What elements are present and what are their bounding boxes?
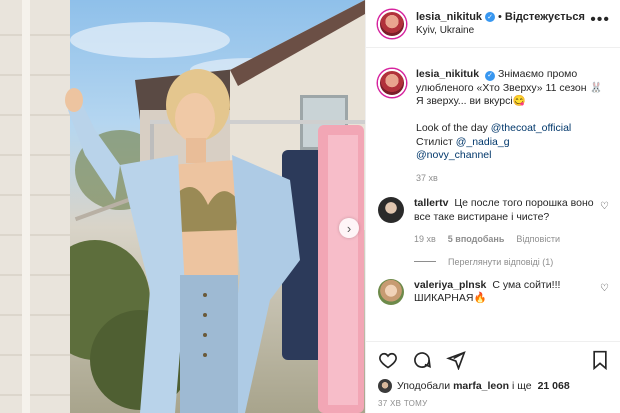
replies-divider — [414, 261, 436, 262]
comment-likes[interactable]: 5 вподобань — [448, 233, 505, 247]
comment-time[interactable]: 19 хв — [414, 233, 436, 247]
post-header: lesia_nikituk ✓ • Відстежується Kyiv, Uk… — [366, 0, 620, 48]
bunny-emoji: 🐰 — [589, 81, 603, 94]
likes-summary: Уподобали marfa_leon і ще 21 068 — [378, 379, 609, 393]
bookmark-icon[interactable] — [591, 350, 609, 370]
comment-username[interactable]: tallertv — [414, 197, 448, 209]
likes-middle: і ще — [509, 380, 535, 392]
comment-body: valeriya_plnsk С ума сойти!!! ШИКАРНАЯ🔥 — [414, 279, 596, 306]
following-button[interactable]: Відстежується — [505, 11, 585, 23]
liker-avatar[interactable] — [378, 379, 392, 393]
mention-novy-channel[interactable]: @novy_channel — [416, 149, 491, 161]
action-icons — [378, 348, 609, 372]
commenter-avatar[interactable] — [378, 197, 404, 223]
verified-badge-icon: ✓ — [485, 12, 496, 22]
comment-icon[interactable] — [412, 350, 432, 370]
photo-illustration — [0, 0, 365, 413]
post-photo[interactable]: › — [0, 0, 365, 413]
comment-body: tallertv Це после того порошка воно все … — [414, 197, 596, 247]
comment: tallertv Це после того порошка воно все … — [378, 197, 609, 247]
next-photo-button[interactable]: › — [339, 218, 359, 238]
post-timestamp[interactable]: 37 ХВ ТОМУ — [378, 399, 609, 408]
instagram-post: › lesia_nikituk ✓ • Відстежується Kyiv, … — [0, 0, 620, 413]
likes-count[interactable]: 21 068 — [538, 380, 570, 392]
author-username[interactable]: lesia_nikituk — [416, 11, 482, 23]
heart-outline-icon[interactable]: ♡ — [600, 201, 609, 212]
chevron-right-icon: › — [346, 220, 352, 236]
verified-badge-icon: ✓ — [485, 70, 496, 81]
header-user-line: lesia_nikituk ✓ • Відстежується — [416, 11, 590, 23]
mention-thecoat[interactable]: @thecoat_official — [491, 122, 572, 134]
comment-meta: 19 хв 5 вподобань Відповісти — [414, 233, 596, 247]
view-replies-label: Переглянути відповіді (1) — [448, 256, 554, 267]
fire-emoji: 🔥 — [473, 292, 487, 304]
caption-text-2: Я зверху... ви вкурсі — [416, 95, 513, 107]
likes-prefix: Уподобали — [397, 380, 451, 392]
caption: lesia_nikituk ✓ Знімаємо промо улюбленого… — [378, 68, 609, 185]
reply-button[interactable]: Відповісти — [516, 233, 560, 247]
post-side-panel: lesia_nikituk ✓ • Відстежується Kyiv, Uk… — [365, 0, 620, 413]
caption-avatar[interactable] — [378, 69, 406, 97]
comments-section: lesia_nikituk ✓ Знімаємо промо улюбленого… — [366, 56, 620, 341]
post-location[interactable]: Kyiv, Ukraine — [416, 25, 590, 36]
commenter-avatar[interactable] — [378, 278, 404, 305]
caption-meta: 37 хв — [416, 172, 609, 186]
heart-icon[interactable] — [378, 350, 398, 370]
post-actions: Уподобали marfa_leon і ще 21 068 37 ХВ Т… — [366, 341, 620, 413]
liker-username[interactable]: marfa_leon — [453, 380, 509, 392]
separator-dot: • — [498, 11, 502, 23]
view-replies-button[interactable]: Переглянути відповіді (1) — [414, 257, 609, 267]
more-horizontal-icon[interactable]: ••• — [590, 11, 610, 29]
header-text: lesia_nikituk ✓ • Відстежується Kyiv, Uk… — [416, 11, 590, 36]
heart-outline-icon[interactable]: ♡ — [600, 283, 609, 294]
author-avatar[interactable] — [378, 9, 406, 38]
share-icon[interactable] — [446, 350, 466, 370]
caption-text-3: Look of the day — [416, 122, 491, 134]
mention-nadia[interactable]: @_nadia_g — [456, 136, 510, 148]
caption-text-4: Стиліст — [416, 135, 456, 148]
comment-username[interactable]: valeriya_plnsk — [414, 279, 486, 291]
yum-emoji: 😋 — [512, 95, 526, 107]
comment: valeriya_plnsk С ума сойти!!! ШИКАРНАЯ🔥 … — [378, 278, 609, 306]
caption-time[interactable]: 37 хв — [416, 172, 438, 186]
caption-username[interactable]: lesia_nikituk — [416, 68, 479, 80]
caption-body: lesia_nikituk ✓ Знімаємо промо улюбленого… — [416, 68, 609, 185]
